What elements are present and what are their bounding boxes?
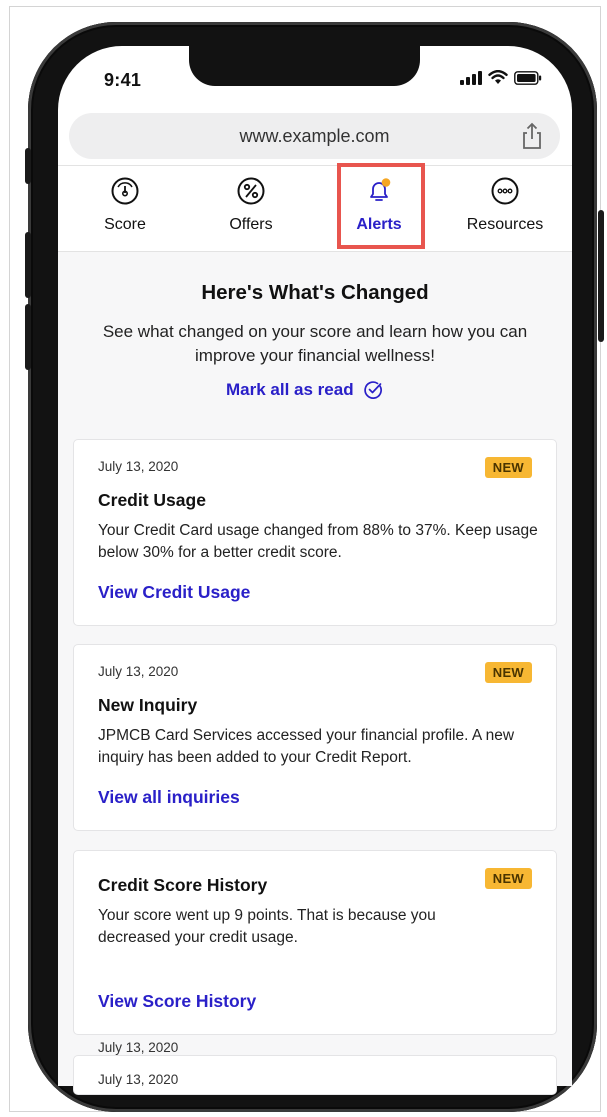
alert-body: Your Credit Card usage changed from 88% … <box>98 522 538 561</box>
alert-body: JPMCB Card Services accessed your financ… <box>98 727 515 766</box>
new-badge: NEW <box>484 457 532 478</box>
alert-title: Credit Score History <box>98 875 268 895</box>
more-icon <box>491 177 519 205</box>
view-credit-usage-link[interactable]: View Credit Usage <box>98 582 250 603</box>
alert-title: Credit Usage <box>98 490 206 510</box>
alert-card-credit-usage: July 13, 2020 NEW Credit Usage Your Cred… <box>73 439 557 626</box>
check-circle-icon <box>363 381 382 399</box>
tab-score[interactable]: Score <box>75 176 175 234</box>
status-icons <box>460 70 542 85</box>
alerts-tab-highlight <box>337 163 425 249</box>
alert-body: Your score went up 9 points. That is bec… <box>98 907 436 946</box>
wifi-icon <box>488 70 508 84</box>
status-time: 9:41 <box>104 70 142 90</box>
alert-title: New Inquiry <box>98 695 198 715</box>
tab-resources[interactable]: Resources <box>455 176 555 234</box>
next-alert-date: July 13, 2020 <box>98 1072 179 1087</box>
tab-score-label: Score <box>104 216 146 233</box>
gauge-icon <box>111 177 139 205</box>
alert-date: July 13, 2020 <box>98 459 179 474</box>
address-bar[interactable]: www.example.com <box>69 113 560 159</box>
notch <box>189 46 420 86</box>
view-all-inquiries-link[interactable]: View all inquiries <box>98 787 240 808</box>
battery-icon <box>514 70 542 85</box>
power-button <box>598 210 604 342</box>
tab-resources-label: Resources <box>466 216 544 233</box>
tab-offers[interactable]: Offers <box>201 176 301 234</box>
tabs-divider <box>58 251 572 252</box>
new-badge: NEW <box>484 662 532 683</box>
tab-offers-label: Offers <box>229 216 273 233</box>
volume-up-button <box>25 232 31 298</box>
new-badge: NEW <box>484 868 532 889</box>
header-divider <box>58 165 572 166</box>
next-alert-date: July 13, 2020 <box>98 1040 179 1055</box>
mark-all-read-label: Mark all as read <box>226 380 354 399</box>
alert-date: July 13, 2020 <box>98 664 179 679</box>
alert-card-new-inquiry: July 13, 2020 NEW New Inquiry JPMCB Card… <box>73 644 557 831</box>
mark-all-read-link[interactable]: Mark all as read <box>226 380 383 400</box>
alert-card-score-history: NEW Credit Score History Your score went… <box>73 850 557 1035</box>
volume-down-button <box>25 304 31 370</box>
url-text: www.example.com <box>239 126 390 146</box>
signal-icon <box>460 70 482 85</box>
mute-switch <box>25 148 31 184</box>
percent-icon <box>237 177 265 205</box>
view-score-history-link[interactable]: View Score History <box>98 991 256 1012</box>
page-title: Here's What's Changed <box>201 281 429 304</box>
share-icon[interactable] <box>520 122 544 150</box>
page-subtitle: See what changed on your score and learn… <box>102 322 528 365</box>
